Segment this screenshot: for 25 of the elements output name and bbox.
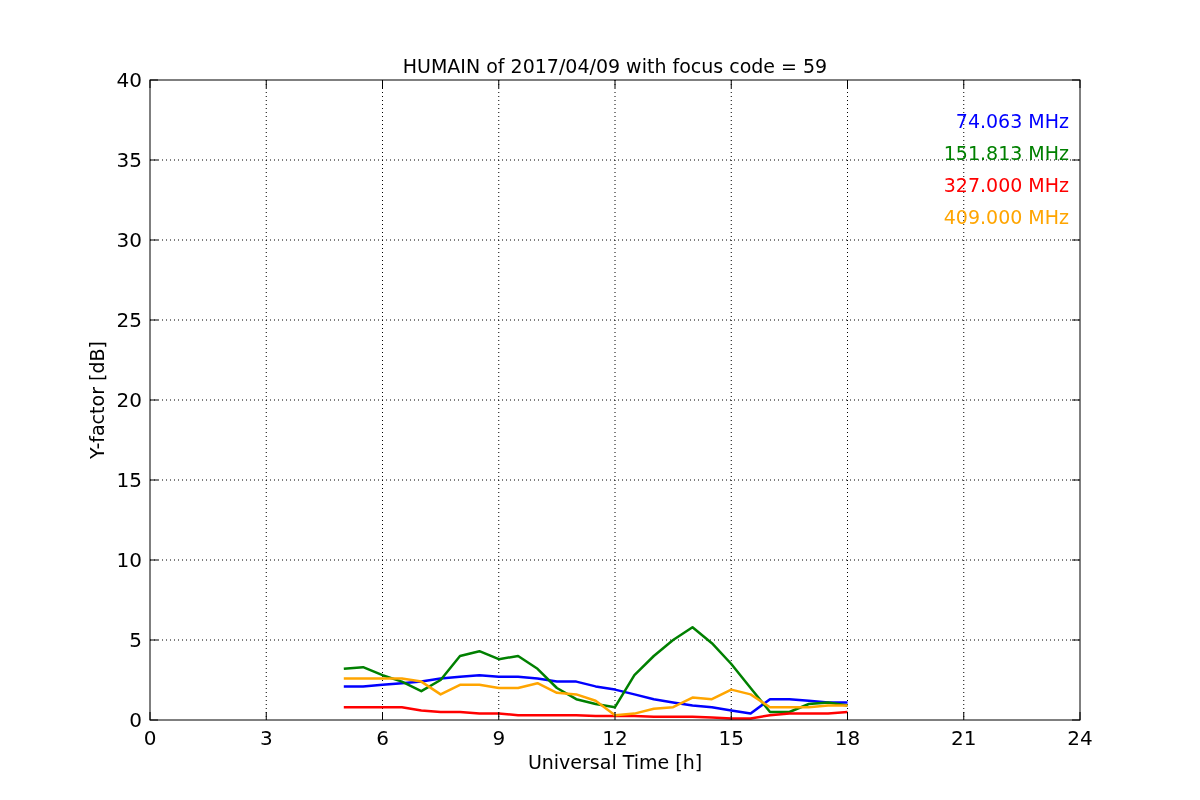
x-tick-label: 21 (951, 726, 977, 750)
x-axis-label: Universal Time [h] (527, 751, 703, 773)
x-tick-label: 15 (718, 726, 744, 750)
legend-label: 74.063 MHz (955, 110, 1069, 132)
y-tick-label: 0 (129, 708, 142, 732)
x-tick-label: 3 (259, 726, 273, 750)
y-tick-label: 20 (116, 388, 142, 412)
x-tick-label: 0 (143, 726, 157, 750)
y-tick-label: 10 (116, 548, 142, 572)
y-tick-label: 5 (129, 628, 142, 652)
legend-label: 151.813 MHz (943, 142, 1069, 164)
x-tick-label: 24 (1067, 726, 1093, 750)
y-tick-label: 25 (116, 308, 142, 332)
chart-title: HUMAIN of 2017/04/09 with focus code = 59 (402, 55, 828, 77)
x-tick-label: 6 (376, 726, 389, 750)
y-tick-label: 30 (116, 228, 142, 252)
y-tick-label: 15 (116, 468, 142, 492)
legend-label: 409.000 MHz (943, 206, 1069, 228)
x-tick-label: 9 (492, 726, 506, 750)
y-axis-label: Y-factor [dB] (86, 341, 108, 459)
x-tick-label: 12 (602, 726, 628, 750)
legend-label: 327.000 MHz (943, 174, 1069, 196)
x-tick-label: 18 (834, 726, 861, 750)
y-tick-label: 35 (116, 148, 142, 172)
y-tick-label: 40 (116, 68, 142, 92)
